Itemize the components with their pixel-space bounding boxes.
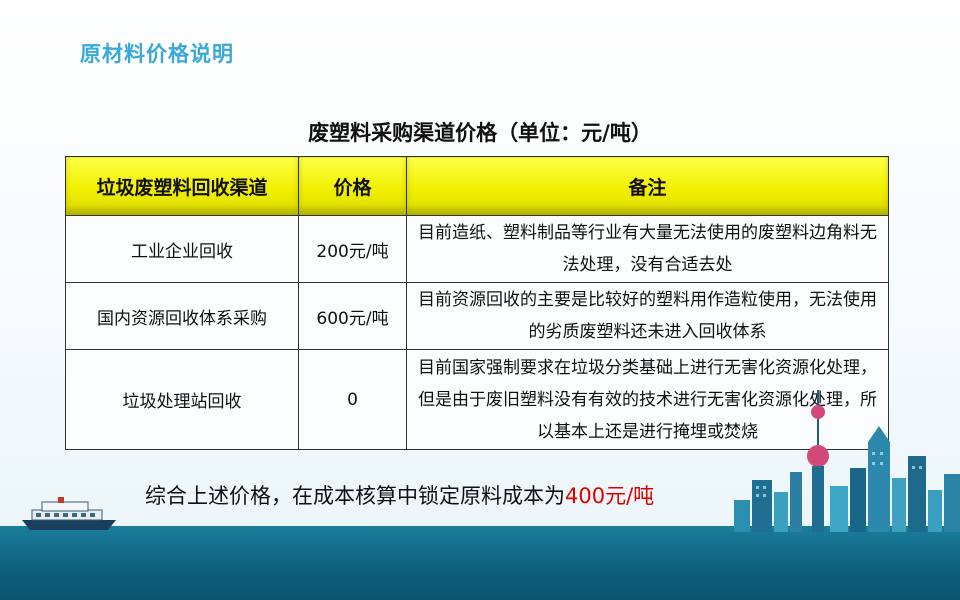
table-row: 工业企业回收 200元/吨 目前造纸、塑料制品等行业有大量无法使用的废塑料边角料…	[65, 215, 889, 283]
table-header-row: 垃圾废塑料回收渠道 价格 备注	[65, 156, 889, 216]
price-cell: 200元/吨	[298, 215, 407, 283]
summary-text: 综合上述价格，在成本核算中锁定原料成本为400元/吨	[145, 480, 654, 510]
column-header-price: 价格	[298, 156, 407, 216]
channel-cell: 垃圾处理站回收	[65, 349, 299, 450]
summary-highlight-price: 400元/吨	[565, 484, 655, 508]
sea-band	[0, 526, 960, 600]
channel-cell: 工业企业回收	[65, 215, 299, 283]
remark-cell: 目前资源回收的主要是比较好的塑料用作造粒使用，无法使用的劣质废塑料还未进入回收体…	[406, 282, 889, 350]
city-skyline-icon	[734, 390, 960, 532]
summary-sentence: 综合上述价格，在成本核算中锁定原料成本为	[145, 484, 565, 508]
channel-cell: 国内资源回收体系采购	[65, 282, 299, 350]
table-row: 国内资源回收体系采购 600元/吨 目前资源回收的主要是比较好的塑料用作造粒使用…	[65, 282, 889, 350]
price-cell: 600元/吨	[298, 282, 407, 350]
column-header-channel: 垃圾废塑料回收渠道	[65, 156, 299, 216]
price-cell: 0	[298, 349, 407, 450]
slide-title: 原材料价格说明	[80, 42, 234, 66]
column-header-remark: 备注	[406, 156, 889, 216]
table-title: 废塑料采购渠道价格（单位：元/吨）	[308, 121, 652, 145]
remark-cell: 目前造纸、塑料制品等行业有大量无法使用的废塑料边角料无法处理，没有合适去处	[406, 215, 889, 283]
ship-icon	[22, 497, 116, 530]
